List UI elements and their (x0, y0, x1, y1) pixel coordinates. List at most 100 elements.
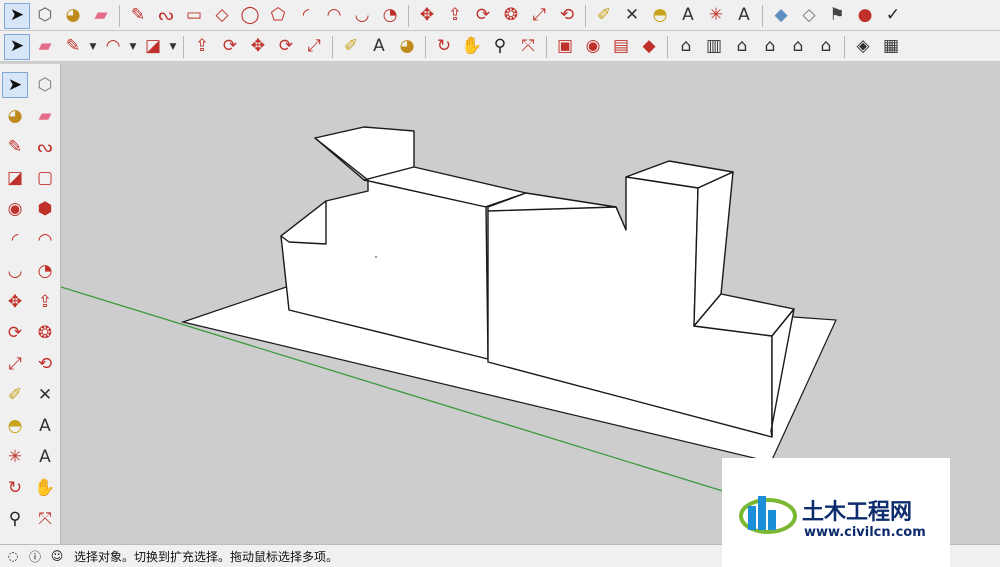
user-icon[interactable]: ☺ (48, 547, 66, 565)
tape-measure-tool-button[interactable]: ✐ (338, 34, 364, 60)
left-view-tool-button[interactable]: ⌂ (813, 34, 839, 60)
text-label-tool-button[interactable]: A (32, 413, 58, 439)
push-pull-tool-button[interactable]: ⇪ (32, 289, 58, 315)
arc-tool-button[interactable]: ◜ (2, 227, 28, 253)
right-view-tool-button[interactable]: ⌂ (757, 34, 783, 60)
paint-bucket-tool-button[interactable]: ◕ (394, 34, 420, 60)
push-pull-tool-button[interactable]: ⇪ (442, 3, 468, 29)
arc-tool-button[interactable]: ◠ (100, 34, 126, 60)
follow-me-tool-button[interactable]: ❂ (498, 3, 524, 29)
freehand-tool-button[interactable]: ᔓ (32, 134, 58, 160)
3d-text-tool-button[interactable]: A (731, 3, 757, 29)
paint-bucket-tool-button[interactable]: ◕ (2, 103, 28, 129)
dimension-tool-button[interactable]: ✕ (32, 382, 58, 408)
select-arrow-tool-button[interactable]: ➤ (4, 2, 30, 29)
dimension-tool-button[interactable]: ✕ (619, 3, 645, 29)
offset-tool-button[interactable]: ⟲ (554, 3, 580, 29)
dropdown-arrow-icon[interactable]: ▼ (88, 34, 98, 60)
tape-measure-tool-button[interactable]: ✐ (591, 3, 617, 29)
circle-tool-button[interactable]: ◉ (2, 196, 28, 222)
zoom-tool-button[interactable]: ⚲ (487, 34, 513, 60)
polygon-icon: ⬢ (37, 198, 53, 219)
orbit-tool-button[interactable]: ↻ (2, 475, 28, 501)
scale-tool-button[interactable]: ⤢ (2, 351, 28, 377)
follow-me-tool-button[interactable]: ⟳ (217, 34, 243, 60)
move-tool-button[interactable]: ✥ (2, 289, 28, 315)
push-pull-tool-button[interactable]: ⇪ (189, 34, 215, 60)
select-arrow-tool-button[interactable]: ➤ (4, 33, 30, 60)
zoom-extents-tool-button[interactable]: ⤧ (32, 506, 58, 532)
extension-manager-tool-button[interactable]: ◆ (636, 34, 662, 60)
eraser-tool-button[interactable]: ▰ (88, 3, 114, 29)
scale-tool-button[interactable]: ⤢ (301, 34, 327, 60)
polygon-tool-button[interactable]: ⬠ (265, 3, 291, 29)
info-icon[interactable]: ⓘ (26, 547, 44, 565)
xray-tool-button[interactable]: ◈ (850, 34, 876, 60)
warehouse-tool-button[interactable]: ● (852, 3, 878, 29)
pencil-line-tool-button[interactable]: ✎ (2, 134, 28, 160)
three-point-arc-tool-button[interactable]: ◡ (2, 258, 28, 284)
rectangle-tool-button[interactable]: ▭ (181, 3, 207, 29)
freehand-tool-button[interactable]: ᔓ (153, 3, 179, 29)
select-arrow-tool-button[interactable]: ➤ (2, 72, 28, 98)
pan-hand-tool-button[interactable]: ✋ (459, 34, 485, 60)
scale-tool-button[interactable]: ⤢ (526, 3, 552, 29)
tape-measure-tool-button[interactable]: ✐ (2, 382, 28, 408)
rotate-tool-button[interactable]: ⟳ (470, 3, 496, 29)
rotate-tool-button[interactable]: ⟳ (2, 320, 28, 346)
iso-view-tool-button[interactable]: ⌂ (673, 34, 699, 60)
pencil-line-tool-button[interactable]: ✎ (60, 34, 86, 60)
layout-tool-button[interactable]: ▤ (608, 34, 634, 60)
back-view-tool-button[interactable]: ⌂ (785, 34, 811, 60)
move-tool-button[interactable]: ✥ (245, 34, 271, 60)
text-label-tool-button[interactable]: A (675, 3, 701, 29)
push-pull-icon: ⇪ (37, 291, 53, 312)
axes-tool-button[interactable]: ✳ (703, 3, 729, 29)
three-point-arc-tool-button[interactable]: ◡ (349, 3, 375, 29)
warehouse-tool-button[interactable]: ▣ (552, 34, 578, 60)
zoom-tool-button[interactable]: ⚲ (2, 506, 28, 532)
rotated-rectangle-tool-button[interactable]: ◇ (209, 3, 235, 29)
front-view-tool-button[interactable]: ⌂ (729, 34, 755, 60)
pencil-line-icon: ✎ (65, 36, 81, 56)
polygon-tool-button[interactable]: ⬢ (32, 196, 58, 222)
geo-location-icon[interactable]: ◌ (4, 547, 22, 565)
paper-tool-button[interactable]: ◇ (796, 3, 822, 29)
rotate-tool-button[interactable]: ⟳ (273, 34, 299, 60)
3d-text-tool-button[interactable]: A (32, 444, 58, 470)
make-component-tool-button[interactable]: ⬡ (32, 3, 58, 29)
extension-warehouse-tool-button[interactable]: ◉ (580, 34, 606, 60)
wireframe-tool-button[interactable]: ▦ (878, 34, 904, 60)
circle-tool-button[interactable]: ◯ (237, 3, 263, 29)
make-component-tool-button[interactable]: ⬡ (32, 72, 58, 98)
flag-icon: ⚑ (829, 5, 845, 25)
pie-tool-button[interactable]: ◔ (377, 3, 403, 29)
axes-tool-button[interactable]: ✳ (2, 444, 28, 470)
flag-tool-button[interactable]: ⚑ (824, 3, 850, 29)
offset-tool-button[interactable]: ⟲ (32, 351, 58, 377)
arc-tool-button[interactable]: ◜ (293, 3, 319, 29)
eraser-tool-button[interactable]: ▰ (32, 103, 58, 129)
rotated-rectangle-tool-button[interactable]: ▢ (32, 165, 58, 191)
move-tool-button[interactable]: ✥ (414, 3, 440, 29)
check-tool-button[interactable]: ✓ (880, 3, 906, 29)
pan-hand-tool-button[interactable]: ✋ (32, 475, 58, 501)
dropdown-arrow-icon[interactable]: ▼ (168, 34, 178, 60)
protractor-tool-button[interactable]: ◓ (2, 413, 28, 439)
orbit-tool-button[interactable]: ↻ (431, 34, 457, 60)
two-point-arc-tool-button[interactable]: ◠ (32, 227, 58, 253)
zoom-extents-tool-button[interactable]: ⤧ (515, 34, 541, 60)
eraser-tool-button[interactable]: ▰ (32, 34, 58, 60)
two-point-arc-tool-button[interactable]: ◠ (321, 3, 347, 29)
section-plane-tool-button[interactable]: ◆ (768, 3, 794, 29)
dropdown-arrow-icon[interactable]: ▼ (128, 34, 138, 60)
pencil-line-tool-button[interactable]: ✎ (125, 3, 151, 29)
rectangle-tool-button[interactable]: ◪ (140, 34, 166, 60)
top-view-tool-button[interactable]: ▥ (701, 34, 727, 60)
follow-me-tool-button[interactable]: ❂ (32, 320, 58, 346)
protractor-tool-button[interactable]: ◓ (647, 3, 673, 29)
rectangle-tool-button[interactable]: ◪ (2, 165, 28, 191)
pie-tool-button[interactable]: ◔ (32, 258, 58, 284)
paint-bucket-tool-button[interactable]: ◕ (60, 3, 86, 29)
text-label-tool-button[interactable]: A (366, 34, 392, 60)
